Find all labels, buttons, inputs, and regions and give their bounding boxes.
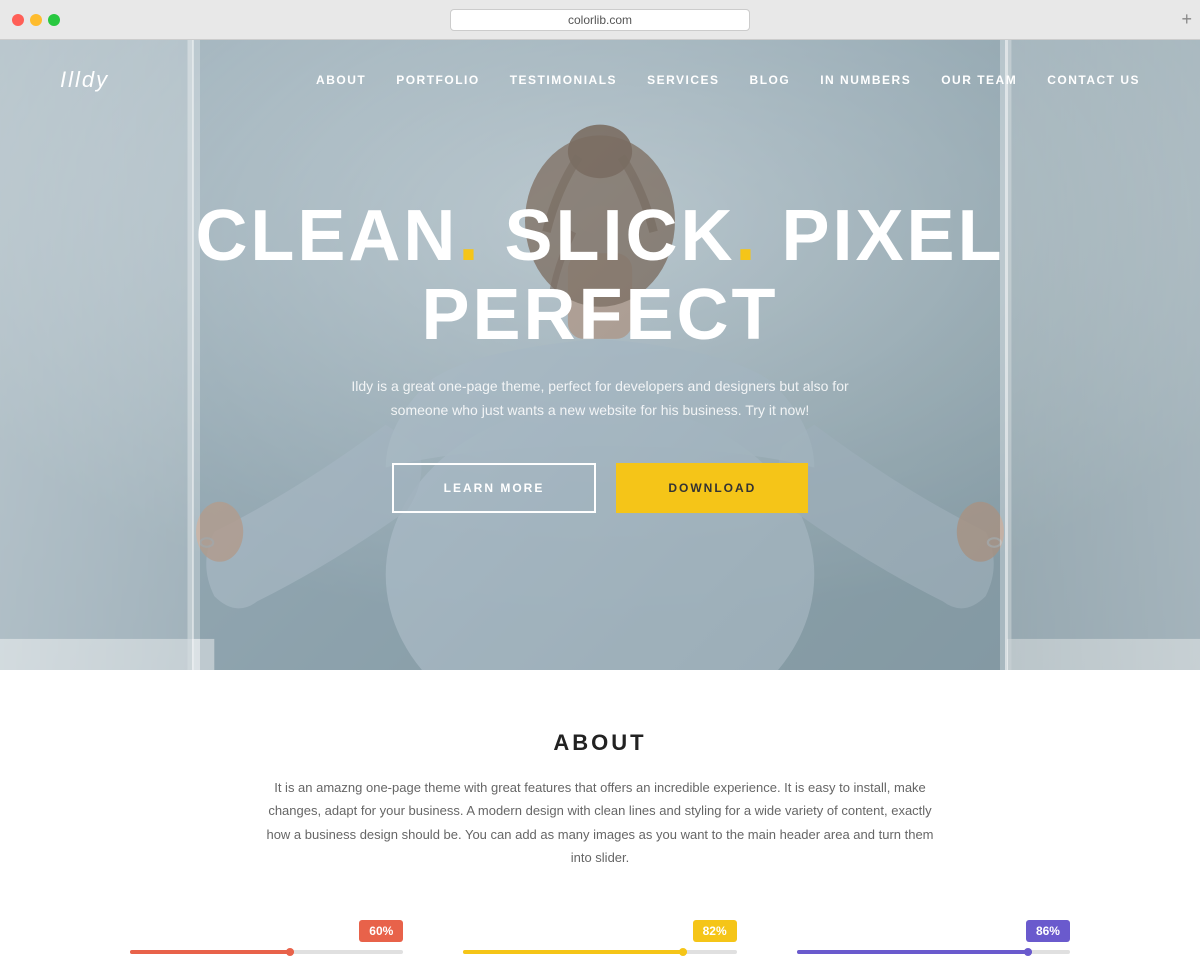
skill-typography-header: 60% — [130, 920, 403, 942]
about-section: ABOUT It is an amazng one-page theme wit… — [0, 670, 1200, 957]
browser-chrome: colorlib.com + — [0, 0, 1200, 40]
skill-design-badge: 82% — [693, 920, 737, 942]
skill-development-header: 86% — [797, 920, 1070, 942]
hero-title-part1: CLEAN — [195, 196, 458, 276]
skill-design-fill — [463, 950, 687, 954]
new-tab-button[interactable]: + — [1181, 9, 1192, 30]
traffic-lights — [12, 14, 60, 26]
learn-more-button[interactable]: LEARN MORE — [392, 463, 597, 513]
skill-typography-track — [130, 950, 403, 954]
nav-link-our-team[interactable]: OUR TEAM — [941, 73, 1017, 87]
nav-item-testimonials[interactable]: TESTIMONIALS — [510, 71, 617, 89]
nav-link-services[interactable]: SERVICES — [647, 73, 719, 87]
minimize-button[interactable] — [30, 14, 42, 26]
skill-design: 82% 🔑 Design — [433, 920, 766, 957]
hero-buttons: LEARN MORE DOWNLOAD — [150, 463, 1050, 513]
nav-item-contact-us[interactable]: CONTACT US — [1047, 71, 1140, 89]
navigation: Illdy ABOUT PORTFOLIO TESTIMONIALS SERVI… — [0, 40, 1200, 120]
nav-item-services[interactable]: SERVICES — [647, 71, 719, 89]
nav-item-blog[interactable]: BLOG — [750, 71, 791, 89]
hero-section: Illdy ABOUT PORTFOLIO TESTIMONIALS SERVI… — [0, 40, 1200, 670]
skills-row: 60% A Typography 82% 🔑 — [40, 920, 1160, 957]
nav-link-contact-us[interactable]: CONTACT US — [1047, 73, 1140, 87]
website-content: Illdy ABOUT PORTFOLIO TESTIMONIALS SERVI… — [0, 40, 1200, 957]
address-bar[interactable]: colorlib.com — [450, 9, 750, 31]
nav-item-about[interactable]: ABOUT — [316, 71, 366, 89]
site-logo[interactable]: Illdy — [60, 67, 109, 93]
nav-link-blog[interactable]: BLOG — [750, 73, 791, 87]
download-button[interactable]: DOWNLOAD — [616, 463, 808, 513]
skill-typography-badge: 60% — [359, 920, 403, 942]
nav-item-in-numbers[interactable]: IN NUMBERS — [820, 71, 911, 89]
maximize-button[interactable] — [48, 14, 60, 26]
nav-item-portfolio[interactable]: PORTFOLIO — [396, 71, 480, 89]
skill-typography: 60% A Typography — [100, 920, 433, 957]
hero-dot1: . — [458, 196, 481, 276]
close-button[interactable] — [12, 14, 24, 26]
hero-dot2: . — [735, 196, 758, 276]
skill-design-track — [463, 950, 736, 954]
skill-typography-fill — [130, 950, 294, 954]
hero-title-part2: SLICK — [504, 196, 735, 276]
url-text: colorlib.com — [568, 13, 632, 27]
skill-development-badge: 86% — [1026, 920, 1070, 942]
about-title: ABOUT — [40, 730, 1160, 756]
skill-design-header: 82% — [463, 920, 736, 942]
hero-title: CLEAN. SLICK. PIXEL PERFECT — [150, 197, 1050, 355]
skill-development: 86% </> Development — [767, 920, 1100, 957]
skill-development-track — [797, 950, 1070, 954]
nav-item-our-team[interactable]: OUR TEAM — [941, 71, 1017, 89]
nav-link-testimonials[interactable]: TESTIMONIALS — [510, 73, 617, 87]
hero-subtitle: Ildy is a great one-page theme, perfect … — [350, 375, 850, 423]
nav-link-about[interactable]: ABOUT — [316, 73, 366, 87]
nav-menu: ABOUT PORTFOLIO TESTIMONIALS SERVICES BL… — [316, 71, 1140, 89]
skill-development-fill — [797, 950, 1032, 954]
nav-link-in-numbers[interactable]: IN NUMBERS — [820, 73, 911, 87]
about-text: It is an amazng one-page theme with grea… — [260, 776, 940, 870]
nav-link-portfolio[interactable]: PORTFOLIO — [396, 73, 480, 87]
hero-content: CLEAN. SLICK. PIXEL PERFECT Ildy is a gr… — [150, 197, 1050, 513]
